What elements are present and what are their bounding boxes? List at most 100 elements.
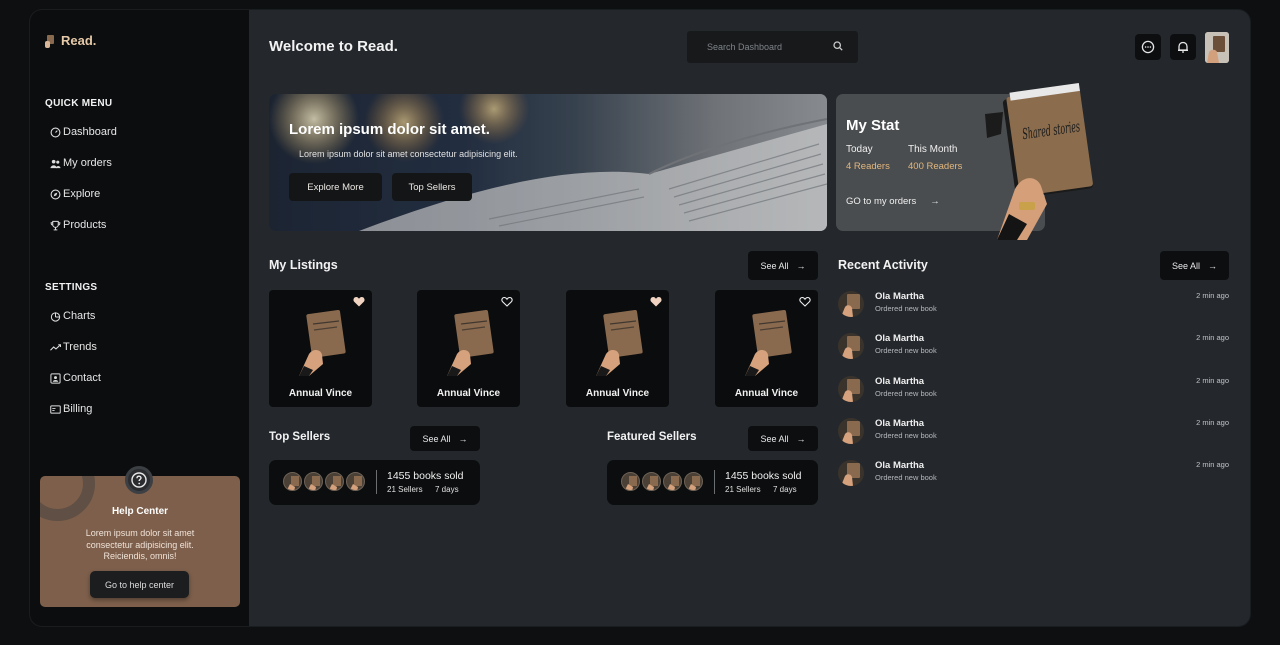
notifications-button[interactable]: [1170, 34, 1196, 60]
activity-desc: Ordered new book: [875, 389, 937, 398]
my-listings-title: My Listings: [269, 258, 338, 272]
recent-activity-title: Recent Activity: [838, 258, 928, 272]
top-sellers-summary[interactable]: 1455 books sold 21 Sellers 7 days: [269, 460, 480, 505]
stat-title: My Stat: [846, 117, 900, 134]
app-window: Read. QUICK MENU Dashboard My orders Exp…: [30, 10, 1250, 626]
arrow-right-icon: →: [796, 260, 806, 271]
avatar: [838, 418, 864, 444]
listing-name: Annual Vince: [734, 388, 799, 399]
book-thumbnail: [299, 309, 346, 376]
activity-item[interactable]: Ola Martha Ordered new book 2 min ago: [838, 291, 1229, 321]
activity-name: Ola Martha: [875, 376, 925, 387]
period: 7 days: [435, 485, 459, 494]
sidebar-item-label: Trends: [63, 341, 97, 353]
users-icon: [50, 159, 61, 168]
listing-card[interactable]: Annual Vince: [269, 290, 372, 407]
activity-time: 2 min ago: [1196, 460, 1229, 469]
listing-name: Annual Vince: [288, 388, 353, 399]
avatar: [325, 472, 344, 491]
featured-sellers-summary[interactable]: 1455 books sold 21 Sellers 7 days: [607, 460, 818, 505]
pie-chart-icon: [50, 311, 61, 322]
activity-item[interactable]: Ola Martha Ordered new book 2 min ago: [838, 460, 1229, 490]
bell-icon: [1178, 41, 1188, 53]
activity-desc: Ordered new book: [875, 346, 937, 355]
avatar: [838, 291, 864, 317]
page-title: Welcome to Read.: [269, 38, 398, 55]
sidebar-item-label: Products: [63, 219, 107, 231]
button-label: See All: [760, 433, 789, 444]
avatar: [838, 376, 864, 402]
sidebar-item-billing[interactable]: Billing: [50, 403, 92, 415]
go-to-orders-link[interactable]: GO to my orders →: [846, 196, 940, 207]
sidebar-item-label: Explore: [63, 188, 101, 200]
sidebar-item-dashboard[interactable]: Dashboard: [50, 126, 117, 138]
avatar: [838, 333, 864, 359]
settings-title: SETTINGS: [45, 282, 98, 293]
sidebar-item-charts[interactable]: Charts: [50, 310, 95, 322]
search-icon[interactable]: [833, 38, 843, 56]
chat-icon: [1141, 40, 1155, 54]
sidebar-item-trends[interactable]: Trends: [50, 341, 97, 353]
activity-time: 2 min ago: [1196, 291, 1229, 300]
sidebar-item-my-orders[interactable]: My orders: [50, 157, 112, 169]
button-label: See All: [1171, 260, 1201, 271]
sidebar-item-label: Charts: [63, 310, 96, 322]
sidebar-item-label: Dashboard: [63, 126, 117, 138]
top-sellers-see-all-button[interactable]: See All →: [410, 426, 480, 451]
avatar: [663, 472, 682, 491]
brand[interactable]: Read.: [45, 33, 96, 48]
question-icon: [125, 466, 153, 494]
help-text: Lorem ipsum dolor sit amet consectetur a…: [85, 528, 195, 561]
stat-today-value: 4 Readers: [846, 161, 890, 172]
activity-name: Ola Martha: [875, 418, 925, 429]
listing-card[interactable]: Annual Vince: [715, 290, 818, 407]
stat-today-label: Today: [846, 144, 873, 155]
messages-button[interactable]: [1135, 34, 1161, 60]
top-sellers-button[interactable]: Top Sellers: [392, 173, 472, 201]
book-thumbnail: [745, 309, 792, 376]
listing-card[interactable]: Annual Vince: [566, 290, 669, 407]
compass-icon: [50, 189, 61, 199]
listings-see-all-button[interactable]: See All →: [748, 251, 818, 280]
activity-desc: Ordered new book: [875, 473, 937, 482]
listing-name: Annual Vince: [436, 388, 501, 399]
activity-see-all-button[interactable]: See All →: [1160, 251, 1229, 280]
heart-icon[interactable]: [650, 296, 662, 307]
hero-subtitle: Lorem ipsum dolor sit amet consectetur a…: [299, 149, 518, 159]
heart-outline-icon[interactable]: [799, 296, 811, 307]
activity-item[interactable]: Ola Martha Ordered new book 2 min ago: [838, 376, 1229, 406]
sidebar-item-contact[interactable]: Contact: [50, 372, 101, 384]
featured-sellers-see-all-button[interactable]: See All →: [748, 426, 818, 451]
activity-item[interactable]: Ola Martha Ordered new book 2 min ago: [838, 333, 1229, 363]
divider: [376, 470, 377, 494]
books-sold: 1455 books sold: [725, 470, 802, 482]
avatar: [283, 472, 302, 491]
activity-item[interactable]: Ola Martha Ordered new book 2 min ago: [838, 418, 1229, 448]
sellers-count: 21 Sellers: [725, 485, 761, 494]
explore-more-button[interactable]: Explore More: [289, 173, 382, 201]
divider: [714, 470, 715, 494]
brand-name: Read.: [61, 33, 97, 48]
stat-month-value: 400 Readers: [908, 161, 963, 172]
search-bar: [687, 31, 858, 63]
contact-icon: [50, 372, 61, 384]
top-sellers-title: Top Sellers: [269, 431, 331, 443]
book-photo-background: [269, 94, 827, 231]
user-avatar[interactable]: [1205, 32, 1229, 63]
stat-month-label: This Month: [908, 144, 958, 155]
heart-icon[interactable]: [353, 296, 365, 307]
search-input[interactable]: [707, 42, 797, 52]
help-center-button[interactable]: Go to help center: [90, 571, 189, 598]
dashboard-icon: [50, 127, 61, 137]
heart-outline-icon[interactable]: [501, 296, 513, 307]
book-thumbnail: [447, 309, 494, 376]
activity-name: Ola Martha: [875, 333, 925, 344]
billing-icon: [50, 404, 61, 414]
help-center-card: Help Center Lorem ipsum dolor sit amet c…: [40, 476, 240, 607]
avatar: [684, 472, 703, 491]
activity-desc: Ordered new book: [875, 304, 937, 313]
sidebar-item-products[interactable]: Products: [50, 219, 106, 231]
avatar: [642, 472, 661, 491]
sidebar-item-explore[interactable]: Explore: [50, 188, 100, 200]
listing-card[interactable]: Annual Vince: [417, 290, 520, 407]
